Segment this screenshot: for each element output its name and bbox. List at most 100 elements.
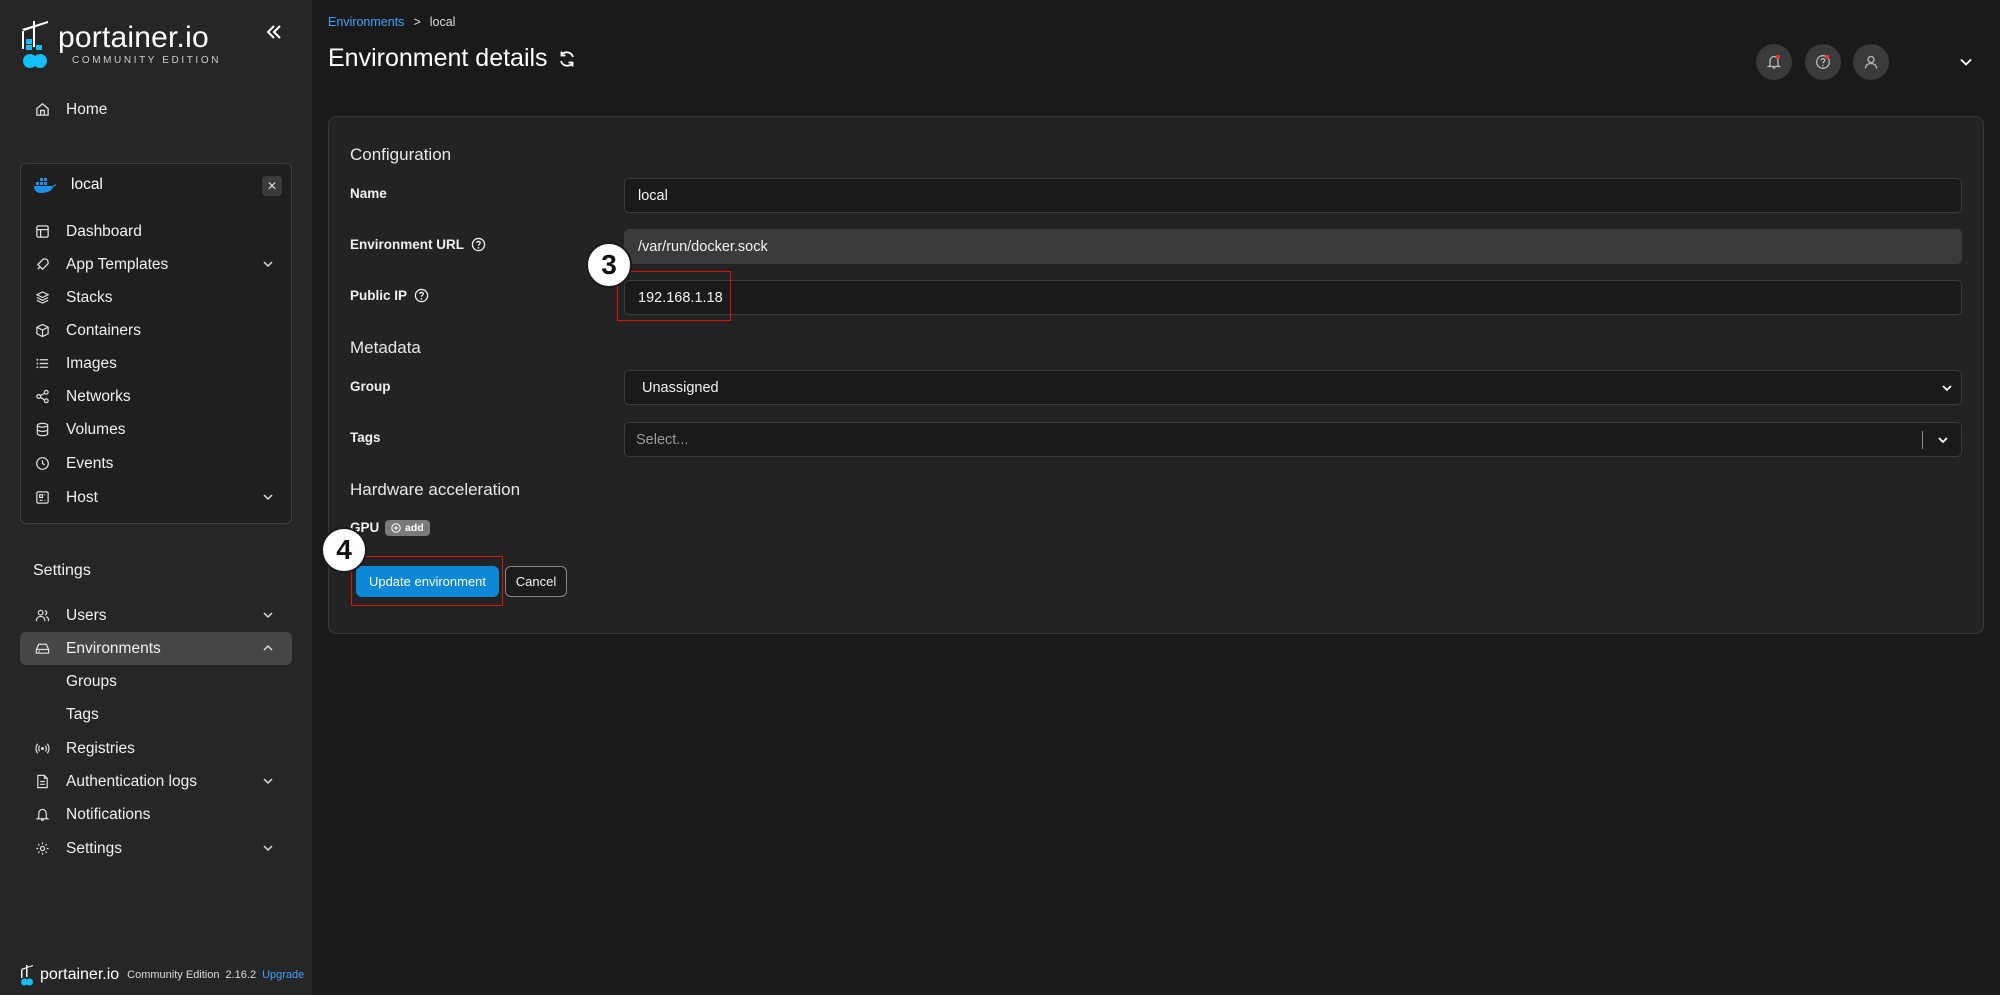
environment-url-input[interactable]: /var/run/docker.sock [624, 229, 1962, 264]
sidebar-item-label: Registries [66, 739, 135, 757]
plus-circle-icon [391, 523, 401, 533]
sidebar-item-containers[interactable]: Containers [20, 314, 292, 347]
sidebar-item-label: Images [66, 354, 117, 372]
chevron-down-icon [260, 773, 276, 789]
upgrade-link[interactable]: Upgrade [262, 969, 304, 981]
chevron-up-icon [260, 640, 276, 656]
tags-select[interactable]: Select... [624, 422, 1962, 457]
brand-name: portainer.io [58, 20, 209, 54]
portainer-small-logo-icon [20, 964, 34, 986]
sidebar-item-environments[interactable]: Environments [20, 632, 292, 665]
sidebar-item-authentication-logs[interactable]: Authentication logs [20, 765, 292, 798]
public-ip-label-text: Public IP [350, 288, 408, 303]
close-environment-icon[interactable]: ✕ [262, 176, 282, 196]
notifications-button[interactable] [1756, 44, 1792, 80]
hardware-acceleration-section-title: Hardware acceleration [350, 480, 521, 499]
sidebar-item-app-templates[interactable]: App Templates [20, 248, 292, 281]
gpu-add-label: add [405, 522, 424, 534]
group-select-value: Unassigned [642, 379, 719, 396]
portainer-logo-icon [20, 19, 50, 69]
rocket-icon [34, 257, 50, 273]
list-icon [34, 356, 50, 372]
user-menu-button[interactable] [1853, 44, 1889, 80]
sidebar-item-label: Environments [66, 639, 161, 657]
sidebar-subitem-groups[interactable]: Groups [66, 673, 117, 691]
breadcrumb-separator: > [413, 15, 421, 29]
users-icon [34, 608, 50, 624]
gpu-add-button[interactable]: add [385, 520, 430, 536]
tags-label: Tags [350, 430, 381, 445]
breadcrumb-current: local [429, 15, 456, 29]
gear-icon [34, 841, 50, 857]
sidebar-item-volumes[interactable]: Volumes [20, 413, 292, 446]
sidebar: portainer.io COMMUNITY EDITION Home loca… [0, 0, 312, 995]
public-ip-input[interactable]: 192.168.1.18 [624, 280, 1962, 315]
dashboard-icon [34, 224, 50, 240]
sidebar-item-registries[interactable]: Registries [20, 732, 292, 765]
help-button[interactable] [1805, 44, 1841, 80]
sidebar-item-stacks[interactable]: Stacks [20, 281, 292, 314]
brand-edition: COMMUNITY EDITION [72, 54, 222, 66]
home-icon [34, 102, 50, 118]
group-select[interactable]: Unassigned [624, 370, 1962, 405]
name-input[interactable]: local [624, 178, 1962, 213]
sidebar-item-home[interactable]: Home [20, 93, 292, 126]
chevron-down-icon [1939, 380, 1955, 396]
sidebar-item-label: Settings [66, 839, 123, 857]
footer-edition: Community Edition [127, 969, 220, 981]
portainer-logo[interactable]: portainer.io COMMUNITY EDITION [20, 18, 221, 70]
help-circle-icon [1815, 54, 1831, 70]
group-label-text: Group [350, 379, 391, 394]
footer-version: 2.16.2 [225, 969, 257, 981]
environment-url-label-text: Environment URL [350, 237, 465, 252]
sidebar-subitem-tags[interactable]: Tags [66, 706, 99, 724]
sidebar-item-host[interactable]: Host [20, 481, 292, 514]
sidebar-item-label: Containers [66, 321, 141, 339]
page-title: Environment details [328, 44, 577, 73]
sidebar-item-dashboard[interactable]: Dashboard [20, 215, 292, 248]
tags-select-divider [1922, 431, 1923, 449]
refresh-icon[interactable] [557, 49, 577, 69]
bell-icon [34, 807, 50, 823]
environment-name: local [71, 176, 103, 193]
sidebar-item-settings[interactable]: Settings [20, 832, 292, 865]
help-circle-icon[interactable] [414, 288, 429, 303]
sidebar-item-events[interactable]: Events [20, 447, 292, 480]
database-icon [34, 422, 50, 438]
environment-url-label: Environment URL [350, 237, 486, 252]
sidebar-footer: portainer.io Community Edition 2.16.2 Up… [20, 964, 304, 986]
step-4-marker: 4 [321, 527, 367, 573]
environment-header: local [33, 176, 103, 194]
sidebar-item-notifications[interactable]: Notifications [20, 798, 292, 831]
sidebar-item-label: Networks [66, 387, 131, 405]
collapse-sidebar-icon[interactable] [260, 18, 288, 46]
layers-icon [34, 290, 50, 306]
help-circle-icon[interactable] [471, 237, 486, 252]
tags-placeholder: Select... [636, 431, 689, 448]
sidebar-item-label: Volumes [66, 420, 126, 438]
cancel-button[interactable]: Cancel [505, 566, 567, 597]
user-icon [1863, 54, 1879, 70]
share-icon [34, 389, 50, 405]
name-label-text: Name [350, 186, 387, 201]
sidebar-item-images[interactable]: Images [20, 347, 292, 380]
sidebar-item-users[interactable]: Users [20, 599, 292, 632]
user-menu-chevron-down-icon[interactable] [1956, 52, 1976, 72]
app-root: portainer.io COMMUNITY EDITION Home loca… [0, 0, 2000, 995]
configuration-section-title: Configuration [350, 145, 452, 164]
tags-label-text: Tags [350, 430, 381, 445]
server-icon [34, 490, 50, 506]
chevron-down-icon [1935, 432, 1951, 448]
chevron-down-icon [260, 607, 276, 623]
name-label: Name [350, 186, 387, 201]
docker-icon [33, 176, 57, 194]
sidebar-item-label: Home [66, 100, 108, 118]
page-title-text: Environment details [328, 44, 548, 72]
breadcrumb-environments-link[interactable]: Environments [328, 15, 404, 29]
sidebar-item-label: Authentication logs [66, 772, 197, 790]
hdd-icon [34, 641, 50, 657]
sidebar-item-label: Host [66, 488, 98, 506]
sidebar-item-label: Users [66, 606, 107, 624]
chevron-down-icon [260, 256, 276, 272]
sidebar-item-networks[interactable]: Networks [20, 380, 292, 413]
